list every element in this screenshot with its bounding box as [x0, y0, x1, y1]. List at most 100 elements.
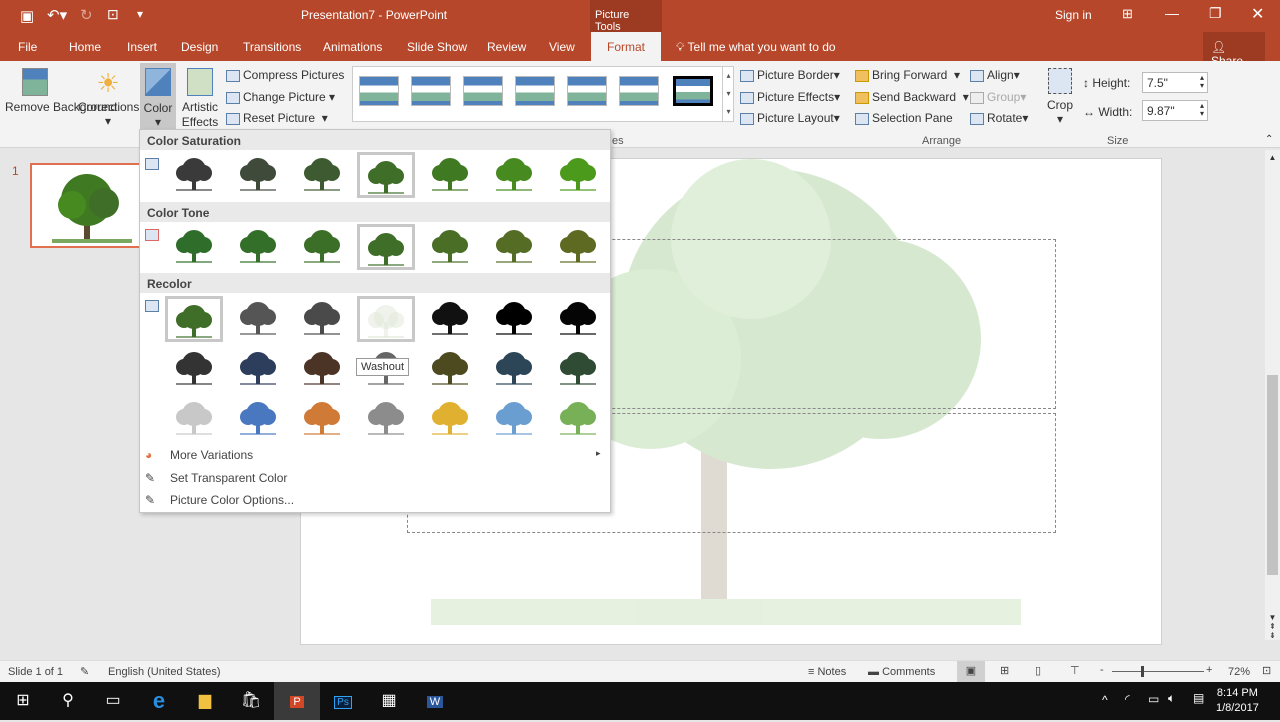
share-button[interactable]: 👤︎ Share: [1203, 32, 1265, 68]
tone-option-1[interactable]: [165, 224, 223, 270]
height-input[interactable]: 7.5" ▴ ▾: [1142, 72, 1208, 93]
tab-format[interactable]: Format: [591, 32, 661, 61]
tab-slide-show[interactable]: Slide Show: [407, 40, 467, 54]
recolor-option-8[interactable]: [165, 346, 223, 392]
crop-button[interactable]: Crop ▾: [1045, 68, 1075, 126]
recolor-option-9[interactable]: [229, 346, 287, 392]
saturation-option-4[interactable]: [357, 152, 415, 198]
rotate-button[interactable]: Rotate▾: [970, 111, 1028, 125]
saturation-option-1[interactable]: [165, 152, 223, 198]
change-picture-button[interactable]: Change Picture ▾: [226, 90, 335, 104]
slide-sorter-icon[interactable]: ⊞: [1000, 664, 1009, 677]
picture-layout-button[interactable]: Picture Layout▾: [740, 111, 840, 125]
tab-animations[interactable]: Animations: [323, 40, 382, 54]
saturation-option-3[interactable]: [293, 152, 351, 198]
picture-border-button[interactable]: Picture Border▾: [740, 68, 840, 82]
tone-option-3[interactable]: [293, 224, 351, 270]
tab-design[interactable]: Design: [181, 40, 218, 54]
language[interactable]: English (United States): [108, 666, 221, 678]
recolor-option-16[interactable]: [229, 396, 287, 442]
recolor-option-20[interactable]: [485, 396, 543, 442]
customize-qat-icon[interactable]: ▾: [137, 7, 143, 21]
slide-thumbnail[interactable]: [30, 163, 142, 248]
picture-effects-button[interactable]: Picture Effects▾: [740, 90, 840, 104]
tone-option-6[interactable]: [485, 224, 543, 270]
photoshop-icon[interactable]: Ps: [320, 682, 366, 720]
tab-insert[interactable]: Insert: [127, 40, 157, 54]
saturation-option-5[interactable]: [421, 152, 479, 198]
wifi-icon[interactable]: ◜: [1125, 692, 1130, 706]
zoom-level[interactable]: 72%: [1228, 666, 1250, 678]
notes-button[interactable]: ≡ Notes: [808, 666, 846, 678]
minimize-icon[interactable]: —: [1165, 5, 1179, 21]
bring-forward-button[interactable]: Bring Forward ▾: [855, 68, 960, 82]
slideshow-view-icon[interactable]: ⊤: [1070, 664, 1080, 677]
restore-icon[interactable]: ❐: [1209, 5, 1222, 22]
search-icon[interactable]: ⚲: [45, 682, 91, 720]
action-center-icon[interactable]: ▤: [1193, 691, 1204, 705]
compress-pictures-button[interactable]: Compress Pictures: [226, 68, 344, 82]
recolor-option-10[interactable]: [293, 346, 351, 392]
start-icon[interactable]: ⊞: [0, 682, 46, 720]
tab-transitions[interactable]: Transitions: [243, 40, 301, 54]
tone-option-4[interactable]: [357, 224, 415, 270]
volume-icon[interactable]: 🔈︎: [1168, 691, 1175, 706]
reset-picture-button[interactable]: Reset Picture ▾: [226, 111, 328, 125]
picture-style-4[interactable]: [515, 76, 555, 106]
recolor-option-21[interactable]: [549, 396, 607, 442]
recolor-option-18[interactable]: [357, 396, 415, 442]
tone-option-7[interactable]: [549, 224, 607, 270]
recolor-option-15[interactable]: [165, 396, 223, 442]
recolor-option-12[interactable]: [421, 346, 479, 392]
clock[interactable]: 8:14 PM 1/8/2017: [1216, 686, 1259, 716]
group-button[interactable]: Group▾: [970, 90, 1026, 104]
reading-view-icon[interactable]: ▯: [1035, 664, 1041, 677]
scrollbar-thumb[interactable]: [1267, 375, 1278, 575]
remove-background-button[interactable]: Remove Background: [5, 68, 117, 114]
tab-home[interactable]: Home: [69, 40, 101, 54]
recolor-option-1[interactable]: [165, 296, 223, 342]
normal-view-icon[interactable]: ▣: [957, 661, 985, 682]
send-backward-button[interactable]: Send Backward ▾: [855, 90, 969, 104]
word-icon[interactable]: W: [412, 682, 458, 720]
artistic-effects-button[interactable]: Artistic Effects: [179, 68, 221, 130]
picture-color-options-item[interactable]: ✎ Picture Color Options...: [145, 493, 294, 507]
recolor-option-14[interactable]: [549, 346, 607, 392]
recolor-option-17[interactable]: [293, 396, 351, 442]
slideshow-icon[interactable]: ⊡: [107, 6, 119, 23]
align-button[interactable]: Align▾: [970, 68, 1020, 82]
tone-option-5[interactable]: [421, 224, 479, 270]
picture-style-7[interactable]: [673, 76, 713, 106]
width-spinner[interactable]: ▴ ▾: [1200, 102, 1204, 118]
collapse-ribbon-icon[interactable]: ⌃: [1265, 134, 1273, 145]
height-spinner[interactable]: ▴ ▾: [1200, 74, 1204, 90]
redo-icon[interactable]: ↻: [80, 6, 93, 24]
recolor-option-4[interactable]: [357, 296, 415, 342]
recolor-option-5[interactable]: [421, 296, 479, 342]
selection-pane-button[interactable]: Selection Pane: [855, 111, 953, 125]
battery-icon[interactable]: ▭: [1148, 692, 1159, 706]
recolor-option-6[interactable]: [485, 296, 543, 342]
zoom-out-button[interactable]: -: [1100, 664, 1104, 676]
more-variations-item[interactable]: ◕ More Variations ▸: [145, 448, 601, 462]
tab-file[interactable]: File: [18, 40, 37, 54]
picture-style-1[interactable]: [359, 76, 399, 106]
store-icon[interactable]: 🛍︎: [228, 682, 274, 720]
show-hidden-icons[interactable]: ^: [1102, 693, 1108, 707]
saturation-option-7[interactable]: [549, 152, 607, 198]
recolor-option-2[interactable]: [229, 296, 287, 342]
zoom-in-button[interactable]: +: [1206, 664, 1212, 676]
edge-icon[interactable]: e: [136, 682, 182, 720]
spelling-icon[interactable]: ✎: [80, 665, 89, 678]
saturation-option-6[interactable]: [485, 152, 543, 198]
color-button[interactable]: Color ▾: [140, 63, 176, 129]
tab-view[interactable]: View: [549, 40, 575, 54]
undo-icon[interactable]: ↶▾: [47, 6, 67, 24]
width-input[interactable]: 9.87" ▴ ▾: [1142, 100, 1208, 121]
picture-style-5[interactable]: [567, 76, 607, 106]
tab-review[interactable]: Review: [487, 40, 526, 54]
picture-style-2[interactable]: [411, 76, 451, 106]
zoom-slider[interactable]: [1112, 666, 1204, 677]
recolor-option-19[interactable]: [421, 396, 479, 442]
close-icon[interactable]: ✕: [1251, 4, 1264, 24]
